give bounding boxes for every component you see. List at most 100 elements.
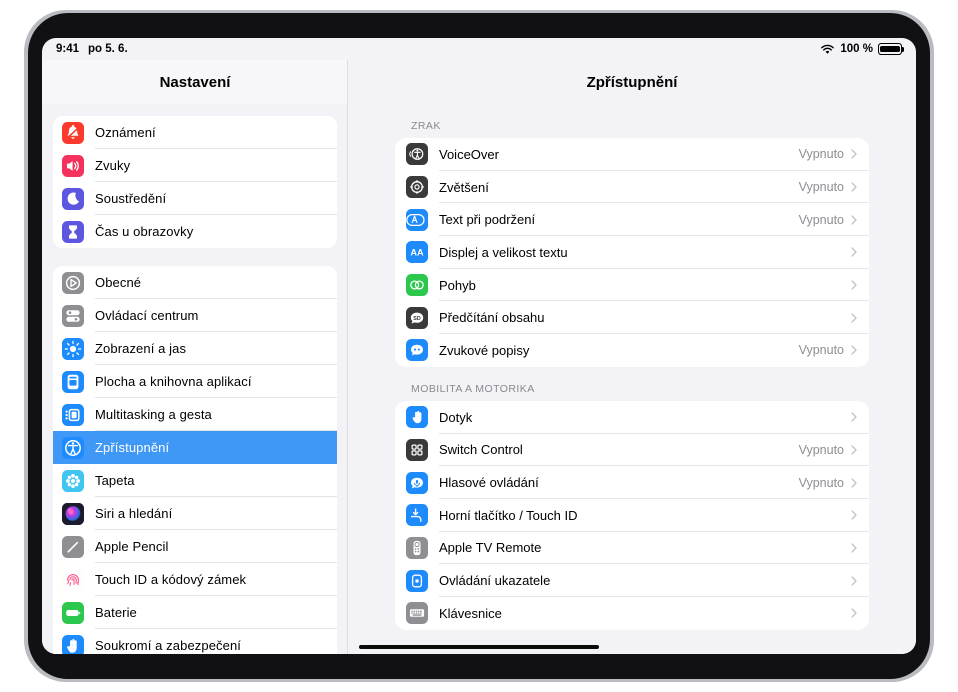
section-header: MOBILITA A MOTORIKA [411,382,535,395]
detail-pane: Zpřístupnění ZRAK VoiceOver Vypnuto Zvětšen… [348,60,916,654]
settings-row-value: Vypnuto [798,475,844,490]
sidebar-item-zp-stupn-n[interactable]: Zpřístupnění [53,431,337,464]
home-indicator[interactable] [359,644,599,649]
settings-row-p-ed-t-n-obsahu[interactable]: SD Předčítání obsahu [395,301,869,335]
sidebar-item-apple-pencil[interactable]: Apple Pencil [53,530,337,563]
settings-row-text-p-i-podr-en[interactable]: Text při podržení Vypnuto [395,203,869,237]
settings-row-ovl-d-n-ukazatele[interactable]: Ovládání ukazatele [395,564,869,597]
hover-text-icon [406,208,428,231]
status-bar-left: 9:41 po 5. 6. [56,43,128,55]
hand-raised-icon [62,634,84,654]
settings-row-dotyk[interactable]: Dotyk [395,401,869,434]
sidebar-item-label: Baterie [95,605,137,620]
settings-row-label: VoiceOver [439,146,499,162]
detail-scroll-area[interactable]: ZRAK VoiceOver Vypnuto Zvětšení Vypnuto Text … [348,104,916,654]
sliders-icon [62,304,84,327]
settings-card: VoiceOver Vypnuto Zvětšení Vypnuto Text při … [395,138,869,367]
sidebar-item-soukrom-a-zabezpe-en[interactable]: Soukromí a zabezpečení [53,629,337,654]
settings-row-pohyb[interactable]: Pohyb [395,269,869,302]
sidebar-item-obecn[interactable]: Obecné [53,266,337,299]
settings-row-zv-t-en[interactable]: Zvětšení Vypnuto [395,171,869,204]
sidebar-item-label: Ovládací centrum [95,308,199,323]
sidebar-item-label: Soustředění [95,191,167,206]
settings-card: Dotyk Switch Control Vypnuto Hlasové ovládá… [395,400,869,630]
status-bar: 9:41 po 5. 6. 100 % [42,38,916,60]
chevron-right-icon [851,608,857,618]
settings-row-apple-tv-remote[interactable]: Apple TV Remote [395,532,869,565]
gear-icon [62,271,84,294]
keyboard-icon [406,602,428,625]
settings-row-value: Vypnuto [798,147,844,162]
page-title: Zpřístupnění [586,73,678,91]
sidebar-scroll-area[interactable]: Oznámení Zvuky Soustředění Čas u obrazovky O… [42,104,348,654]
chevron-right-icon [851,182,857,192]
settings-row-label: Zvukové popisy [439,342,530,358]
settings-row-switch-control[interactable]: Switch Control Vypnuto [395,434,869,467]
accessibility-icon [62,436,84,459]
settings-row-label: Klávesnice [439,605,502,621]
chevron-right-icon [851,215,857,225]
audio-descriptions-icon [406,339,428,362]
settings-row-displej-a-velikost-textu[interactable]: AA Displej a velikost textu [395,236,869,269]
settings-row-hlasov-ovl-d-n[interactable]: Hlasové ovládání Vypnuto [395,466,869,499]
sidebar-item-label: Soukromí a zabezpečení [95,638,242,653]
chevron-right-icon [851,543,857,553]
settings-row-label: Text při podržení [439,212,536,228]
status-bar-right: 100 % [820,43,905,55]
screenshot-root: 9:41 po 5. 6. 100 % Nastavení Oznámení Z… [0,0,958,692]
motion-icon [406,274,428,297]
settings-row-value: Vypnuto [798,442,844,457]
settings-row-label: Apple TV Remote [439,540,542,556]
settings-row-voiceover[interactable]: VoiceOver Vypnuto [395,138,869,171]
sidebar-item-ovl-dac-centrum[interactable]: Ovládací centrum [53,299,337,332]
sidebar-item-plocha-a-knihovna-aplikac[interactable]: Plocha a knihovna aplikací [53,365,337,398]
bell-icon [62,121,84,144]
settings-row-kl-vesnice[interactable]: Klávesnice [395,597,869,630]
battery-full-icon [878,43,905,55]
text-size-icon: AA [406,241,428,264]
brightness-icon [62,337,84,360]
chevron-right-icon [851,575,857,586]
home-screen-icon [62,370,84,393]
sidebar-item-touch-id-a-k-dov-z-mek[interactable]: Touch ID a kódový zámek [53,563,337,596]
wallpaper-icon [62,469,84,492]
moon-icon [62,187,84,210]
sidebar-item-tapeta[interactable]: Tapeta [53,464,337,497]
battery-percent-label: 100 % [840,43,873,55]
sidebar-item-label: Tapeta [95,473,135,488]
zoom-icon [406,176,428,199]
sidebar-item-label: Čas u obrazovky [95,224,194,239]
chevron-right-icon [851,313,857,323]
settings-row-value: Vypnuto [798,212,844,227]
sidebar-item-zobrazen-a-jas[interactable]: Zobrazení a jas [53,332,337,365]
speaker-icon [62,154,84,177]
chevron-right-icon [851,445,857,455]
pencil-icon [62,535,84,558]
settings-row-label: Switch Control [439,442,523,458]
chevron-right-icon [851,412,857,422]
sidebar-item-multitasking-a-gesta[interactable]: Multitasking a gesta [53,398,337,431]
chevron-right-icon [851,477,857,488]
spoken-content-icon: SD [406,306,428,329]
hourglass-icon [62,220,84,243]
voice-control-icon [406,471,428,494]
chevron-right-icon [851,345,857,356]
sidebar-item-label: Zpřístupnění [95,440,170,455]
wifi-icon [820,44,835,55]
settings-row-label: Pohyb [439,277,476,293]
settings-row-horn-tla-tko-touch-id[interactable]: Horní tlačítko / Touch ID [395,499,869,532]
ipad-screen: 9:41 po 5. 6. 100 % Nastavení Oznámení Z… [42,38,916,654]
sidebar-item-label: Siri a hledání [95,506,173,521]
sidebar-item-siri-a-hled-n[interactable]: Siri a hledání [53,497,337,530]
sidebar-item-zvuky[interactable]: Zvuky [53,149,337,182]
apple-tv-remote-icon [406,536,428,559]
sidebar-group: Oznámení Zvuky Soustředění Čas u obrazovky [53,116,337,248]
sidebar-item-as-u-obrazovky[interactable]: Čas u obrazovky [53,215,337,248]
sidebar-item-ozn-men[interactable]: Oznámení [53,116,337,149]
sidebar-item-label: Multitasking a gesta [95,407,212,422]
sidebar-group: Obecné Ovládací centrum Zobrazení a jas Plo… [53,266,337,654]
sidebar-item-baterie[interactable]: Baterie [53,596,337,629]
sidebar-item-soust-ed-n[interactable]: Soustředění [53,182,337,215]
settings-row-zvukov-popisy[interactable]: Zvukové popisy Vypnuto [395,334,869,367]
chevron-right-icon [851,247,857,258]
